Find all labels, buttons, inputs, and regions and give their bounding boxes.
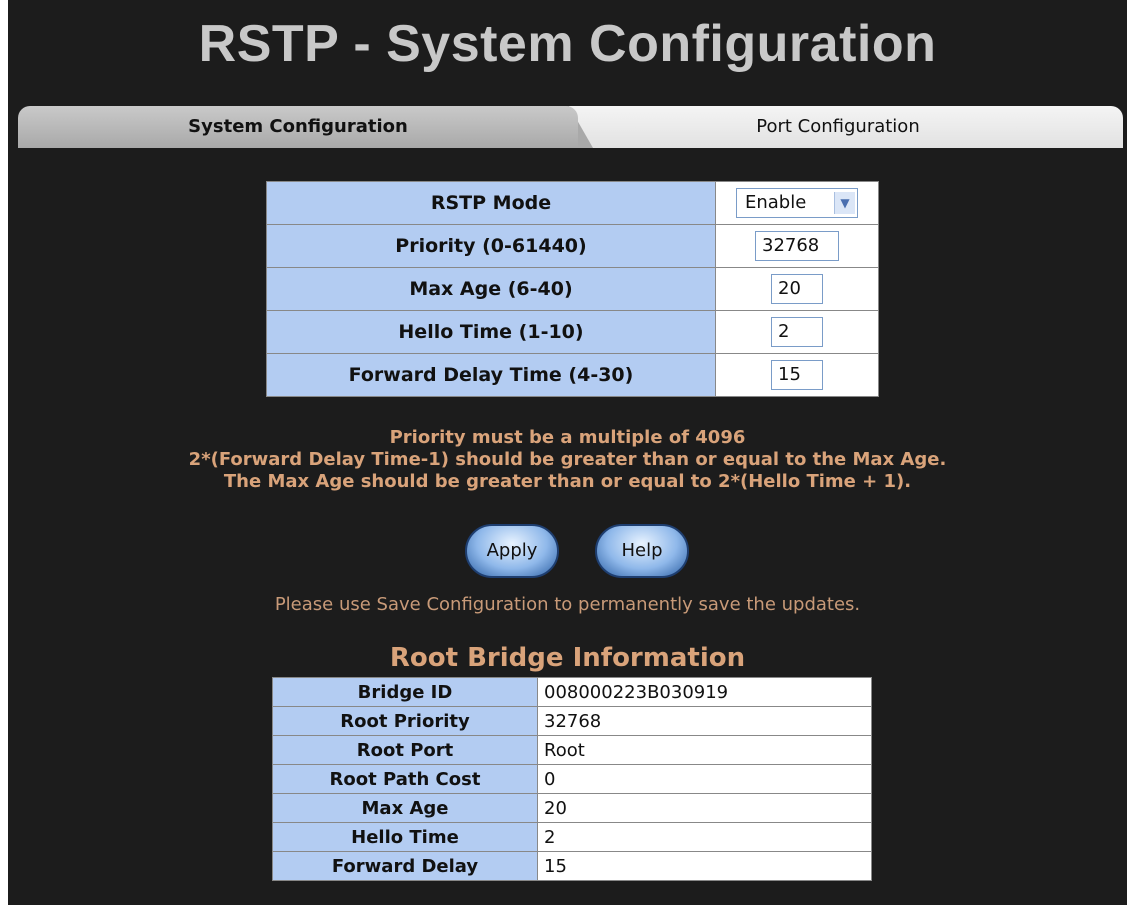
table-row: RSTP Mode Enable ▼: [266, 181, 879, 225]
chevron-down-icon[interactable]: ▼: [834, 192, 855, 214]
save-note: Please use Save Configuration to permane…: [274, 594, 861, 615]
table-row: Hello Time (1-10) 2: [266, 310, 879, 354]
help-button[interactable]: Help: [595, 524, 689, 578]
tab-label: System Configuration: [188, 116, 408, 137]
note-line: The Max Age should be greater than or eq…: [223, 471, 912, 492]
row-label: Forward Delay: [272, 851, 538, 881]
note-line: 2*(Forward Delay Time-1) should be great…: [188, 449, 947, 470]
tab-system-configuration[interactable]: System Configuration: [18, 106, 578, 148]
row-value: 0: [537, 764, 872, 794]
row-label: Root Priority: [272, 706, 538, 736]
max-age-label: Max Age (6-40): [266, 267, 716, 311]
rstp-mode-select[interactable]: Enable ▼: [736, 188, 858, 218]
row-value: Root: [537, 735, 872, 765]
table-row: Max Age 20: [272, 793, 872, 823]
table-row: Forward Delay 15: [272, 851, 872, 881]
validation-notes: Priority must be a multiple of 4096 2*(F…: [8, 427, 1127, 493]
table-row: Root Priority 32768: [272, 706, 872, 736]
tab-port-configuration[interactable]: Port Configuration: [553, 106, 1123, 148]
row-value: 008000223B030919: [537, 677, 872, 707]
priority-input[interactable]: 32768: [755, 231, 839, 261]
note-line: Priority must be a multiple of 4096: [389, 427, 746, 448]
root-bridge-title: Root Bridge Information: [389, 643, 746, 673]
table-row: Priority (0-61440) 32768: [266, 224, 879, 268]
table-row: Forward Delay Time (4-30) 15: [266, 353, 879, 397]
root-bridge-table: Bridge ID 008000223B030919 Root Priority…: [272, 677, 872, 881]
hello-time-label: Hello Time (1-10): [266, 310, 716, 354]
row-value: 15: [537, 851, 872, 881]
tab-label: Port Configuration: [756, 116, 920, 137]
row-label: Bridge ID: [272, 677, 538, 707]
table-row: Hello Time 2: [272, 822, 872, 852]
row-value: 2: [537, 822, 872, 852]
rstp-mode-value: Enable: [745, 192, 807, 213]
table-row: Max Age (6-40) 20: [266, 267, 879, 311]
table-row: Bridge ID 008000223B030919: [272, 677, 872, 707]
table-row: Root Path Cost 0: [272, 764, 872, 794]
rstp-config-table: RSTP Mode Enable ▼ Priority (0-61440) 32…: [266, 181, 879, 397]
row-label: Root Port: [272, 735, 538, 765]
row-label: Max Age: [272, 793, 538, 823]
row-label: Hello Time: [272, 822, 538, 852]
row-value: 32768: [537, 706, 872, 736]
apply-button[interactable]: Apply: [465, 524, 559, 578]
page-frame: RSTP - System Configuration Port Configu…: [8, 0, 1127, 905]
forward-delay-label: Forward Delay Time (4-30): [266, 353, 716, 397]
rstp-mode-label: RSTP Mode: [266, 181, 716, 225]
hello-time-input[interactable]: 2: [771, 317, 823, 347]
forward-delay-input[interactable]: 15: [771, 360, 823, 390]
row-label: Root Path Cost: [272, 764, 538, 794]
table-row: Root Port Root: [272, 735, 872, 765]
priority-label: Priority (0-61440): [266, 224, 716, 268]
page-title: RSTP - System Configuration: [198, 15, 937, 73]
row-value: 20: [537, 793, 872, 823]
max-age-input[interactable]: 20: [771, 274, 823, 304]
